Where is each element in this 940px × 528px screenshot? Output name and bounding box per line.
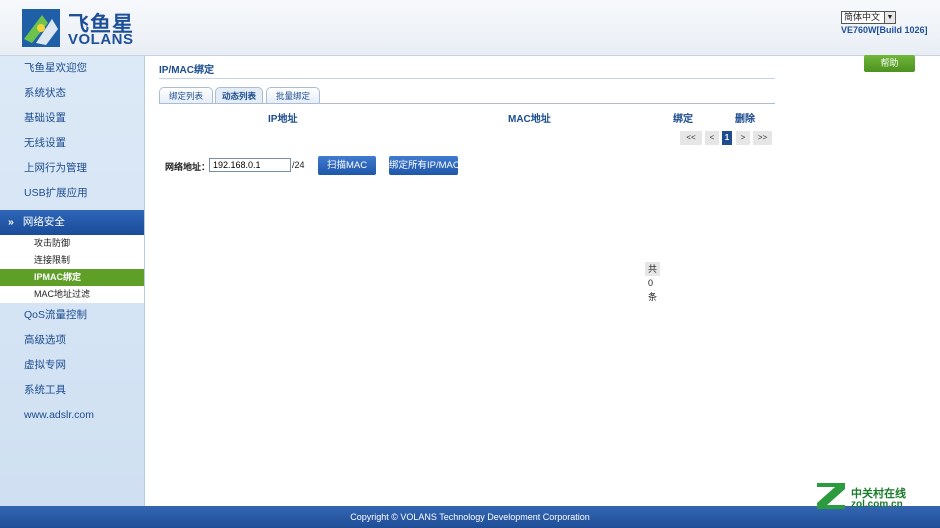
sidebar-item-network-security[interactable]: » 网络安全 [0,210,144,235]
help-button[interactable]: 帮助 [864,55,915,72]
sidebar-item-website-link[interactable]: www.adslr.com [0,403,144,428]
firmware-version: VE760W[Build 1026] [841,25,928,35]
column-header-delete: 删除 [735,114,755,125]
sidebar-item-usb-apps[interactable]: USB扩展应用 [0,181,144,206]
sidebar-item-basic-settings[interactable]: 基础设置 [0,106,144,131]
network-address-label: 网络地址： [165,162,211,172]
network-mask-suffix: /24 [292,160,305,170]
sidebar: 飞鱼星欢迎您 系统状态 基础设置 无线设置 上网行为管理 USB扩展应用 » 网… [0,56,145,506]
page-prev-button[interactable]: < [705,131,719,145]
watermark-text-en: zol.com.cn [851,499,903,510]
header: 飞鱼星 VOLANS 简体中文 ▼ VE760W[Build 1026] [0,0,940,56]
sidebar-subitem-mac-filter[interactable]: MAC地址过滤 [0,286,144,303]
sidebar-subitem-attack-defense[interactable]: 攻击防御 [0,235,144,252]
scan-mac-button[interactable]: 扫描MAC [318,156,376,175]
language-select-value: 简体中文 [844,12,881,22]
sidebar-item-system-status[interactable]: 系统状态 [0,81,144,106]
brand-name-en: VOLANS [68,31,134,48]
volans-logo-icon [22,9,60,47]
page-title: IP/MAC绑定 [159,65,214,76]
tabs-divider [159,103,775,104]
zol-watermark-logo-icon [817,483,845,509]
sidebar-item-behavior-management[interactable]: 上网行为管理 [0,156,144,181]
sidebar-item-welcome[interactable]: 飞鱼星欢迎您 [0,56,144,81]
tab-batch-bind[interactable]: 批量绑定 [266,87,320,104]
sidebar-item-wireless-settings[interactable]: 无线设置 [0,131,144,156]
bind-all-button[interactable]: 绑定所有IP/MAC [389,156,458,175]
sidebar-item-advanced[interactable]: 高级选项 [0,328,144,353]
sidebar-submenu: 攻击防御 连接限制 IPMAC绑定 MAC地址过滤 [0,235,144,303]
language-select[interactable]: 简体中文 ▼ [841,11,896,24]
column-header-mac: MAC地址 [508,114,551,125]
column-header-ip: IP地址 [268,114,298,125]
column-header-bind: 绑定 [673,114,693,125]
sidebar-subitem-ipmac-binding[interactable]: IPMAC绑定 [0,269,144,286]
sidebar-item-qos[interactable]: QoS流量控制 [0,303,144,328]
double-chevron-down-icon: » [8,216,14,228]
page-current[interactable]: 1 [722,131,732,145]
page-first-button[interactable]: << [680,131,702,145]
sidebar-subitem-connection-limit[interactable]: 连接限制 [0,252,144,269]
page-last-button[interactable]: >> [753,131,772,145]
footer-copyright: Copyright © VOLANS Technology Developmen… [0,506,940,528]
tab-dynamic-list[interactable]: 动态列表 [215,87,263,104]
tab-bind-list[interactable]: 绑定列表 [159,87,213,104]
record-count: 共 0 条 [645,262,661,302]
page-next-button[interactable]: > [736,131,750,145]
network-address-input[interactable] [209,158,291,172]
sidebar-item-vpn[interactable]: 虚拟专网 [0,353,144,378]
sidebar-item-label: 网络安全 [22,216,65,228]
sidebar-item-system-tools[interactable]: 系统工具 [0,378,144,403]
title-divider [159,78,775,79]
dropdown-arrow-icon[interactable]: ▼ [884,12,895,23]
